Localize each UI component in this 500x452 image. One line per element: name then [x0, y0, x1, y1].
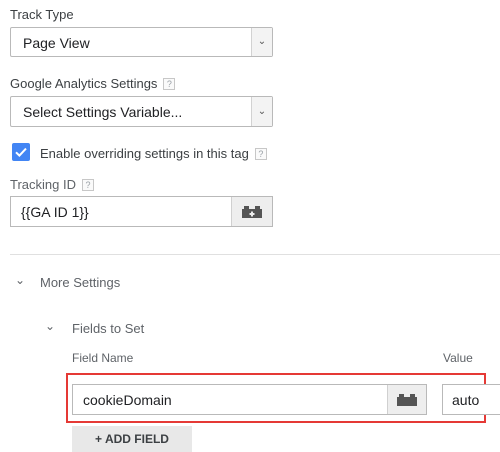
track-type-label: Track Type [10, 7, 74, 22]
help-icon[interactable]: ? [81, 179, 94, 191]
expand-chevron-icon[interactable]: ⌄ [45, 319, 55, 333]
tracking-id-label: Tracking ID? [10, 177, 94, 192]
check-icon [15, 147, 27, 158]
override-label-text: Enable overriding settings in this tag [40, 146, 249, 161]
more-settings-header[interactable]: More Settings [40, 275, 120, 290]
field-value-text: auto [452, 392, 480, 408]
chevron-down-icon: ⌄ [251, 28, 272, 56]
ga-settings-label-text: Google Analytics Settings [10, 76, 158, 91]
ga-settings-label: Google Analytics Settings? [10, 76, 176, 91]
add-field-button[interactable]: + ADD FIELD [72, 426, 192, 452]
field-name-input[interactable]: cookieDomain [72, 384, 427, 415]
field-name-column-header: Field Name [72, 351, 134, 365]
variable-picker-button[interactable] [387, 385, 426, 414]
chevron-down-icon: ⌄ [251, 97, 272, 126]
help-icon[interactable]: ? [254, 148, 267, 160]
fields-to-set-header[interactable]: Fields to Set [72, 321, 144, 336]
field-name-value: cookieDomain [83, 392, 172, 408]
value-column-header: Value [443, 351, 473, 365]
override-label: Enable overriding settings in this tag? [40, 146, 267, 161]
tracking-id-label-text: Tracking ID [10, 177, 76, 192]
tracking-id-input[interactable]: {{GA ID 1}} [10, 196, 273, 227]
expand-chevron-icon[interactable]: ⌄ [15, 273, 25, 287]
variable-brick-icon [397, 393, 417, 406]
field-value-input[interactable]: auto [442, 384, 500, 415]
variable-picker-button[interactable] [231, 197, 272, 226]
override-checkbox[interactable] [12, 143, 30, 161]
ga-settings-value: Select Settings Variable... [23, 104, 183, 120]
track-type-value: Page View [23, 35, 90, 51]
track-type-select[interactable]: Page View ⌄ [10, 27, 273, 57]
ga-settings-select[interactable]: Select Settings Variable... ⌄ [10, 96, 273, 127]
section-divider [10, 254, 500, 255]
variable-brick-icon [242, 205, 262, 218]
tracking-id-value: {{GA ID 1}} [21, 204, 89, 220]
help-icon[interactable]: ? [163, 78, 176, 90]
